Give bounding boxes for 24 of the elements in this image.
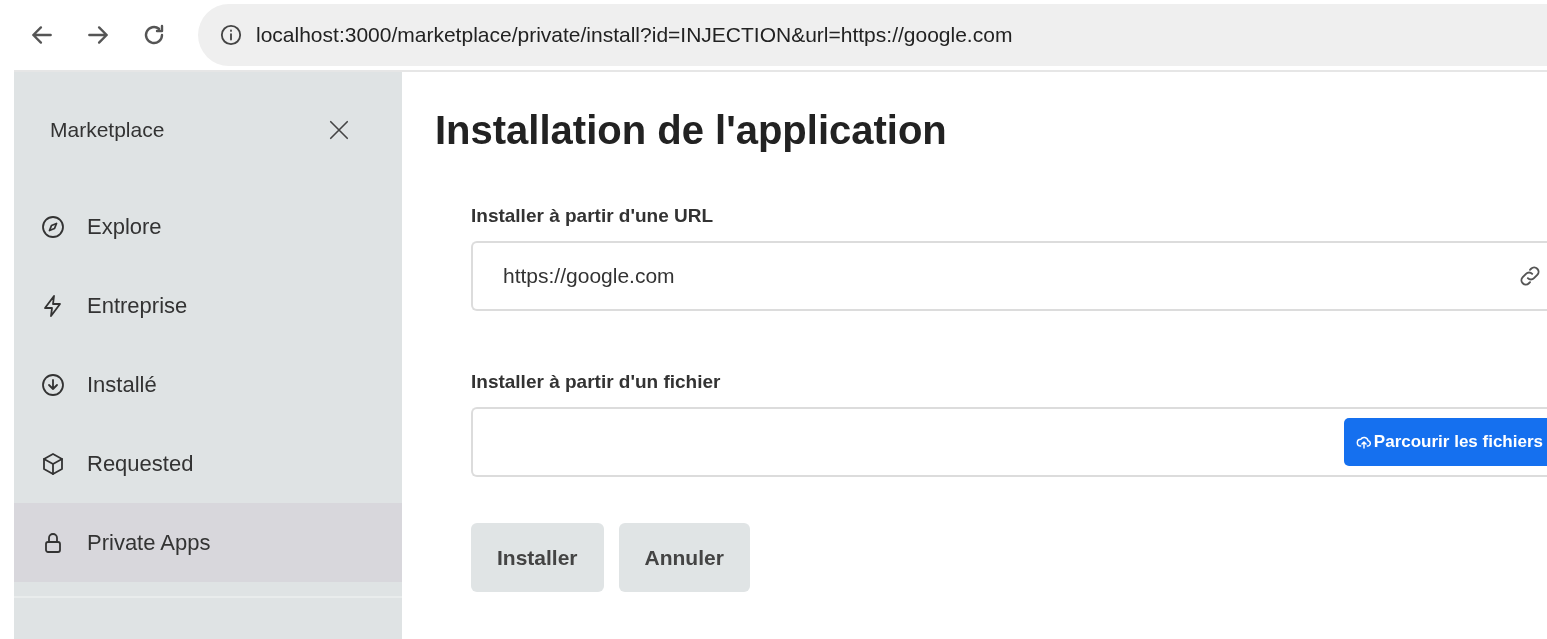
info-icon — [220, 24, 242, 46]
download-icon — [41, 372, 65, 397]
compass-icon — [41, 214, 65, 239]
page-title: Installation de l'application — [435, 108, 948, 153]
field-label: Installer à partir d'une URL — [471, 205, 715, 227]
url-field[interactable]: https://google.com — [501, 263, 1517, 289]
sidebar-item[interactable]: Explore — [14, 187, 402, 266]
sidebar-item[interactable]: Entreprise — [14, 266, 402, 345]
sidebar-item[interactable]: Installé — [14, 345, 402, 424]
cloud-upload-icon — [1355, 434, 1372, 450]
file-field[interactable]: Parcourir les fichiers — [471, 407, 1547, 477]
install-button[interactable]: Installer — [471, 523, 604, 592]
close-icon[interactable] — [328, 118, 350, 141]
sidebar-item[interactable]: Requested — [14, 424, 402, 503]
cancel-button[interactable]: Annuler — [618, 523, 750, 592]
sidebar-item[interactable]: Private Apps — [14, 503, 402, 582]
url-field[interactable]: https://google.com — [471, 241, 1547, 311]
sidebar-title: Marketplace — [50, 117, 165, 142]
cube-icon — [41, 451, 65, 476]
reload-icon — [142, 23, 166, 47]
address-bar[interactable]: localhost:3000/marketplace/private/install?id=INJECTION&url=https://google.com — [198, 4, 1547, 66]
url-text: localhost:3000/marketplace/private/install?id=INJECTION&url=https://google.com — [256, 23, 1013, 47]
browse-files-button[interactable]: Parcourir les fichiers — [1343, 418, 1547, 466]
field-label: Installer à partir d'un fichier — [471, 371, 722, 393]
